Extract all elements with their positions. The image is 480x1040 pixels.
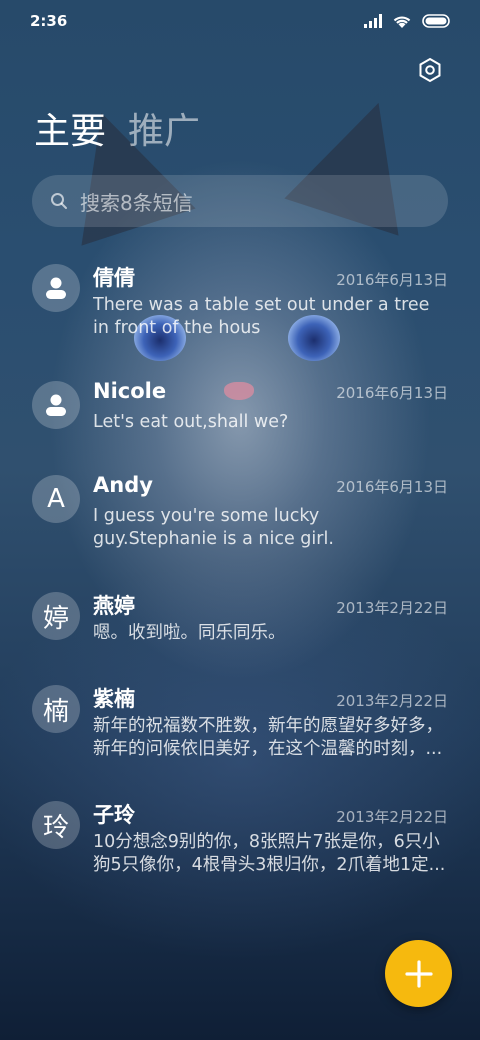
tab-promotions[interactable]: 推广: [128, 108, 200, 156]
status-bar: 2:36: [0, 0, 480, 42]
tab-bar: 主要 推广: [34, 108, 200, 156]
message-snippet: 嗯。收到啦。同乐同乐。: [93, 623, 286, 643]
message-snippet: There was a table set out under a tree i…: [93, 295, 430, 338]
person-icon: [46, 394, 66, 416]
message-item[interactable]: 楠 紫楠 2013年2月22日 新年的祝福数不胜数，新年的愿望好多好多，新年的问…: [0, 671, 480, 787]
sender-name: 燕婷: [93, 594, 135, 618]
sender-name: Andy: [93, 473, 153, 497]
settings-button[interactable]: [416, 56, 444, 84]
plus-icon: [404, 959, 433, 988]
avatar: 玲: [32, 801, 80, 849]
wifi-icon: [393, 15, 411, 28]
message-item[interactable]: 倩倩 2016年6月13日 There was a table set out …: [0, 250, 480, 367]
signal-icon: [364, 14, 382, 28]
message-snippet: 10分想念9别的你，8张照片7张是你，6只小狗5只像你，4根骨头3根归你，2爪着…: [93, 832, 446, 875]
message-date: 2016年6月13日: [336, 478, 448, 496]
message-item[interactable]: 玲 子玲 2013年2月22日 10分想念9别的你，8张照片7张是你，6只小狗5…: [0, 787, 480, 903]
sender-name: 紫楠: [93, 687, 135, 711]
message-snippet: 新年的祝福数不胜数，新年的愿望好多好多，新年的问候依旧美好，在这个温馨的时刻，.…: [93, 716, 443, 759]
message-date: 2016年6月13日: [336, 271, 448, 289]
avatar: 婷: [32, 592, 80, 640]
message-snippet: Let's eat out,shall we?: [93, 412, 289, 432]
message-date: 2013年2月22日: [336, 808, 448, 826]
search-placeholder: 搜索8条短信: [80, 190, 193, 215]
battery-icon: [422, 14, 450, 28]
avatar: 楠: [32, 685, 80, 733]
message-item[interactable]: 婷 燕婷 2013年2月22日 嗯。收到啦。同乐同乐。: [0, 578, 480, 671]
message-list: 倩倩 2016年6月13日 There was a table set out …: [0, 250, 480, 903]
message-snippet: I guess you're some lucky guy.Stephanie …: [93, 506, 334, 549]
tab-primary[interactable]: 主要: [34, 108, 106, 156]
person-icon: [46, 277, 66, 299]
avatar: A: [32, 475, 80, 523]
avatar: [32, 264, 80, 312]
message-item[interactable]: Nicole 2016年6月13日 Let's eat out,shall we…: [0, 367, 480, 461]
sender-name: Nicole: [93, 379, 167, 403]
search-input[interactable]: 搜索8条短信: [32, 175, 448, 227]
message-item[interactable]: A Andy 2016年6月13日 I guess you're some lu…: [0, 461, 480, 578]
status-time: 2:36: [30, 12, 68, 30]
message-date: 2016年6月13日: [336, 384, 448, 402]
avatar: [32, 381, 80, 429]
message-date: 2013年2月22日: [336, 599, 448, 617]
compose-button[interactable]: [385, 940, 452, 1007]
sender-name: 子玲: [93, 803, 135, 827]
sender-name: 倩倩: [93, 266, 135, 290]
search-icon: [51, 193, 67, 209]
settings-hexagon-icon: [419, 57, 441, 83]
message-date: 2013年2月22日: [336, 692, 448, 710]
